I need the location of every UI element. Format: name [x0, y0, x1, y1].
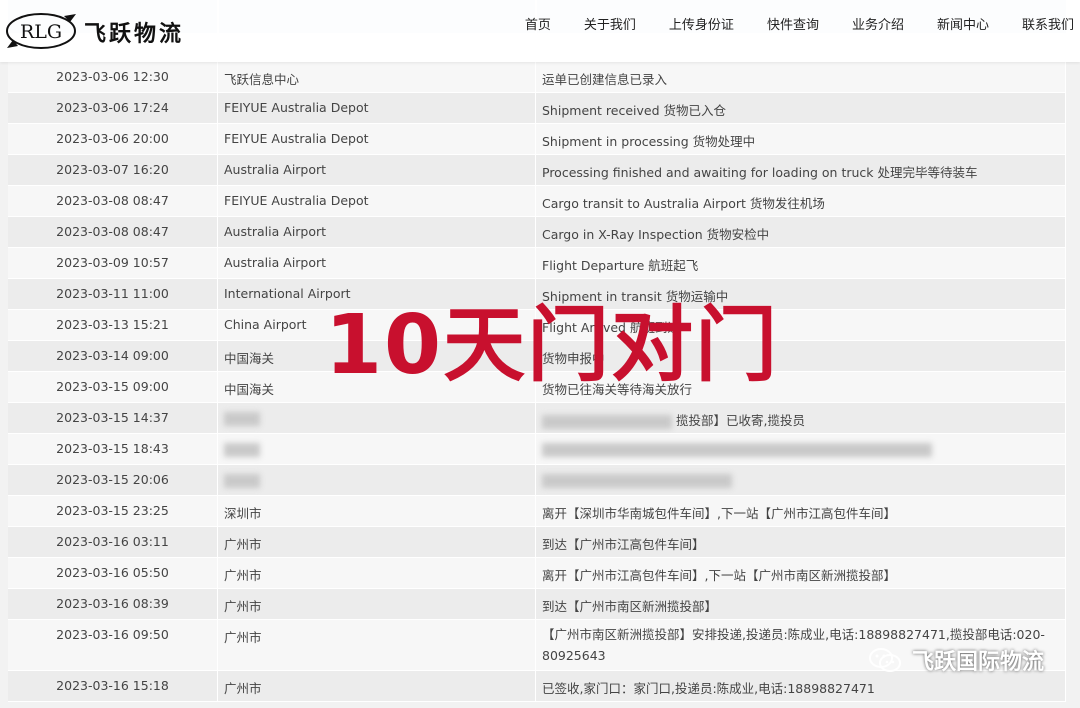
tracking-description: Shipment received 货物已入仓 [536, 93, 1066, 123]
table-row: 2023-03-15 14:37 揽投部】已收寄,揽投员 [8, 403, 1066, 434]
tracking-location [218, 403, 536, 433]
brand-name: 飞跃物流 [84, 21, 185, 47]
tracking-time: 2023-03-15 23:25 [8, 496, 218, 526]
tracking-description: Flight Departure 航班起飞 [536, 248, 1066, 278]
table-row: 2023-03-07 16:20 Australia Airport Process… [8, 155, 1066, 186]
tracking-time: 2023-03-16 03:11 [8, 527, 218, 557]
redacted-block [224, 473, 260, 488]
redacted-block [224, 442, 260, 457]
wechat-watermark: 飞跃国际物流 [868, 644, 1044, 676]
tracking-time: 2023-03-07 16:20 [8, 155, 218, 185]
tracking-location [218, 465, 536, 495]
tracking-location: 深圳市 [218, 496, 536, 526]
tracking-description: Processing finished and awaiting for loa… [536, 155, 1066, 185]
overlay-banner-text: 10天门对门 [325, 298, 780, 393]
tracking-time: 2023-03-06 12:30 [8, 62, 218, 92]
table-row: 2023-03-06 17:24 FEIYUE Australia Depot Sh… [8, 93, 1066, 124]
tracking-location: 广州市 [218, 589, 536, 619]
nav-about[interactable]: 关于我们 [584, 14, 636, 33]
tracking-time: 2023-03-08 08:47 [8, 217, 218, 247]
table-row: 2023-03-08 08:47 Australia Airport Cargo i… [8, 217, 1066, 248]
tracking-location [218, 434, 536, 464]
table-row: 2023-03-09 10:57 Australia Airport Flight … [8, 248, 1066, 279]
redacted-block [542, 442, 932, 457]
tracking-location: 飞跃信息中心 [218, 62, 536, 92]
tracking-description: 运单已创建信息已录入 [536, 62, 1066, 92]
tracking-time: 2023-03-15 20:06 [8, 465, 218, 495]
rlg-logo-icon: RLG [6, 13, 76, 49]
top-navigation-bar: RLG 飞跃物流 首页 关于我们 上传身份证 快件查询 业务介绍 新闻中心 联系… [0, 0, 1080, 62]
nav-home[interactable]: 首页 [525, 14, 551, 33]
tracking-time: 2023-03-09 10:57 [8, 248, 218, 278]
nav-news[interactable]: 新闻中心 [937, 14, 989, 33]
tracking-location: FEIYUE Australia Depot [218, 93, 536, 123]
site-logo[interactable]: RLG 飞跃物流 [4, 8, 194, 54]
nav-contact[interactable]: 联系我们 [1022, 14, 1074, 33]
tracking-location: FEIYUE Australia Depot [218, 186, 536, 216]
tracking-description [536, 434, 1066, 464]
tracking-time: 2023-03-15 18:43 [8, 434, 218, 464]
tracking-description [536, 465, 1066, 495]
table-row: 2023-03-16 03:11 广州市 到达【广州市江高包件车间】 [8, 527, 1066, 558]
nav-tracking[interactable]: 快件查询 [767, 14, 819, 33]
tracking-description: 离开【广州市江高包件车间】,下一站【广州市南区新洲揽投部】 [536, 558, 1066, 588]
table-row: 2023-03-16 08:39 广州市 到达【广州市南区新洲揽投部】 [8, 589, 1066, 620]
tracking-location: 广州市 [218, 558, 536, 588]
tracking-location: Australia Airport [218, 248, 536, 278]
table-row: 2023-03-06 12:30 飞跃信息中心 运单已创建信息已录入 [8, 62, 1066, 93]
tracking-time: 2023-03-15 09:00 [8, 372, 218, 402]
tracking-description: 揽投部】已收寄,揽投员 [536, 403, 1066, 433]
nav-upload-id[interactable]: 上传身份证 [669, 14, 734, 33]
table-row: 2023-03-15 18:43 [8, 434, 1066, 465]
tracking-time: 2023-03-11 11:00 [8, 279, 218, 309]
tracking-description: Cargo in X-Ray Inspection 货物安检中 [536, 217, 1066, 247]
table-row: 2023-03-15 23:25 深圳市 离开【深圳市华南城包件车间】,下一站【广州… [8, 496, 1066, 527]
tracking-time: 2023-03-14 09:00 [8, 341, 218, 371]
tracking-time: 2023-03-16 09:50 [8, 620, 218, 670]
watermark-text: 飞跃国际物流 [911, 650, 1044, 675]
logo-letters: RLG [20, 21, 62, 43]
table-row: 2023-03-06 20:00 FEIYUE Australia Depot Sh… [8, 124, 1066, 155]
tracking-time: 2023-03-16 08:39 [8, 589, 218, 619]
tracking-location: FEIYUE Australia Depot [218, 124, 536, 154]
tracking-time: 2023-03-06 17:24 [8, 93, 218, 123]
redacted-block [542, 414, 672, 429]
tracking-time: 2023-03-06 20:00 [8, 124, 218, 154]
redacted-block [224, 411, 260, 426]
wechat-icon [868, 648, 901, 672]
tracking-description: Shipment in processing 货物处理中 [536, 124, 1066, 154]
table-row: 2023-03-08 08:47 FEIYUE Australia Depot Ca… [8, 186, 1066, 217]
table-row: 2023-03-15 20:06 [8, 465, 1066, 496]
main-nav: 首页 关于我们 上传身份证 快件查询 业务介绍 新闻中心 联系我们 [492, 14, 1074, 33]
tracking-location: Australia Airport [218, 217, 536, 247]
tracking-location: 广州市 [218, 527, 536, 557]
tracking-description: 离开【深圳市华南城包件车间】,下一站【广州市江高包件车间】 [536, 496, 1066, 526]
tracking-time: 2023-03-13 15:21 [8, 310, 218, 340]
redacted-block [542, 473, 732, 488]
tracking-time: 2023-03-16 05:50 [8, 558, 218, 588]
tracking-description: Cargo transit to Australia Airport 货物发往机… [536, 186, 1066, 216]
tracking-description: 到达【广州市江高包件车间】 [536, 527, 1066, 557]
tracking-location: 广州市 [218, 620, 536, 670]
tracking-location: 广州市 [218, 671, 536, 701]
tracking-time: 2023-03-08 08:47 [8, 186, 218, 216]
tracking-time: 2023-03-15 14:37 [8, 403, 218, 433]
tracking-time: 2023-03-16 15:18 [8, 671, 218, 701]
table-row: 2023-03-16 05:50 广州市 离开【广州市江高包件车间】,下一站【广州市… [8, 558, 1066, 589]
tracking-description: 到达【广州市南区新洲揽投部】 [536, 589, 1066, 619]
nav-services[interactable]: 业务介绍 [852, 14, 904, 33]
tracking-location: Australia Airport [218, 155, 536, 185]
